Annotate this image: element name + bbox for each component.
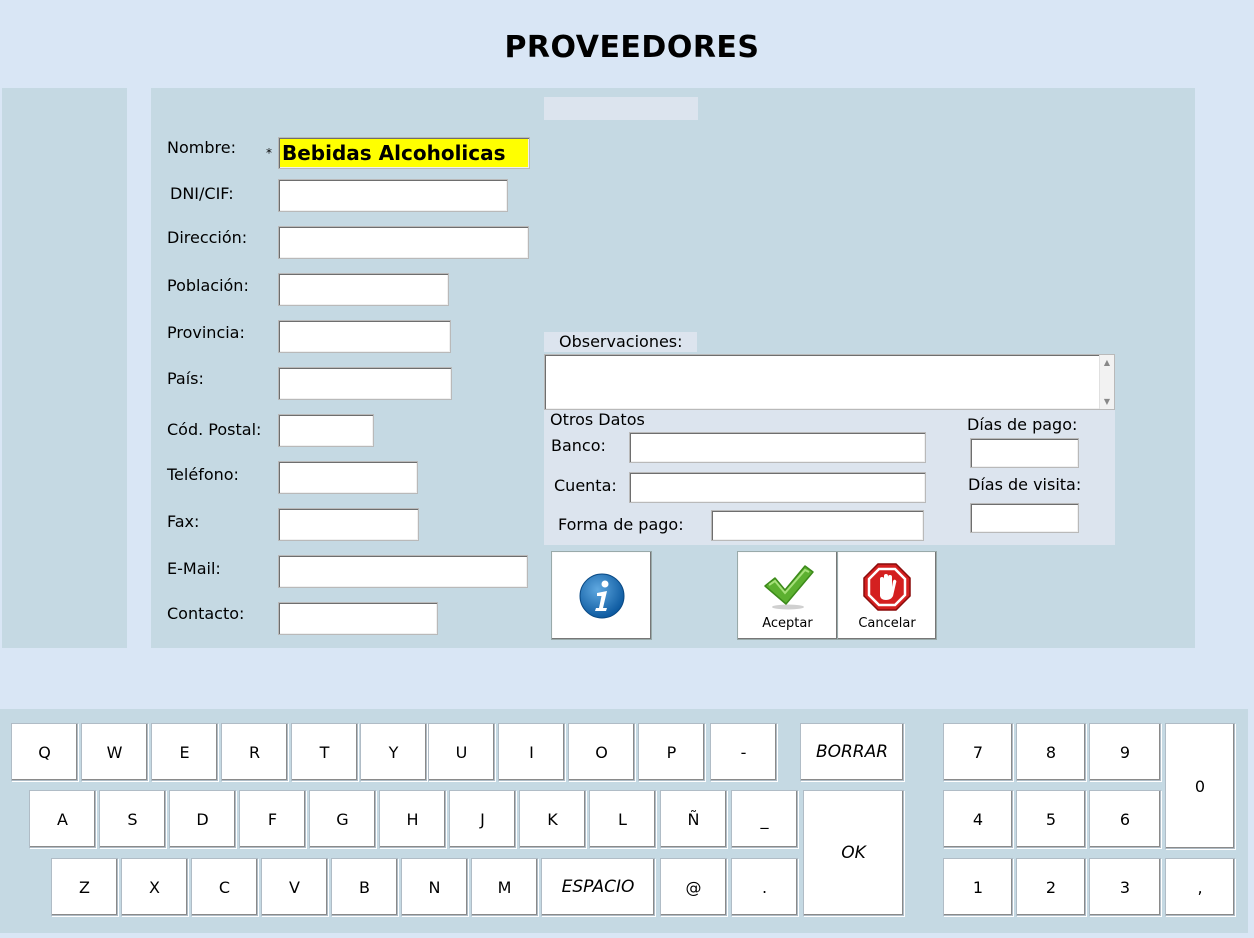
page-title: PROVEEDORES xyxy=(504,30,760,65)
direccion-field[interactable] xyxy=(278,226,529,259)
contacto-label: Contacto: xyxy=(167,604,245,623)
dni-label: DNI/CIF: xyxy=(170,184,234,203)
key-5[interactable]: 5 xyxy=(1016,790,1086,848)
key-hyphen[interactable]: - xyxy=(710,723,777,781)
observaciones-label: Observaciones: xyxy=(544,332,697,352)
cp-label: Cód. Postal: xyxy=(167,420,262,439)
pais-field[interactable] xyxy=(278,367,452,400)
email-field[interactable] xyxy=(278,555,528,588)
nombre-label: Nombre: xyxy=(167,138,236,157)
telefono-field[interactable] xyxy=(278,461,418,494)
key-w[interactable]: W xyxy=(81,723,148,781)
key-d[interactable]: D xyxy=(169,790,236,848)
key-f[interactable]: F xyxy=(239,790,306,848)
key-p[interactable]: P xyxy=(638,723,705,781)
dni-field[interactable] xyxy=(278,179,508,212)
provincia-field[interactable] xyxy=(278,320,451,353)
aceptar-label: Aceptar xyxy=(762,616,813,631)
key-9[interactable]: 9 xyxy=(1089,723,1161,781)
dias-pago-field[interactable] xyxy=(970,438,1079,468)
nombre-field[interactable]: Bebidas Alcoholicas xyxy=(278,137,530,169)
key-i[interactable]: I xyxy=(498,723,565,781)
email-label: E-Mail: xyxy=(167,559,221,578)
banco-field[interactable] xyxy=(629,432,926,463)
key-a[interactable]: A xyxy=(29,790,96,848)
observaciones-textarea[interactable]: ▲ ▼ xyxy=(544,354,1115,410)
key-period[interactable]: . xyxy=(731,858,798,916)
info-icon xyxy=(579,573,624,619)
key-j[interactable]: J xyxy=(449,790,516,848)
key-3[interactable]: 3 xyxy=(1089,858,1161,916)
key-4[interactable]: 4 xyxy=(943,790,1013,848)
key-s[interactable]: S xyxy=(99,790,166,848)
poblacion-field[interactable] xyxy=(278,273,449,306)
key-0[interactable]: 0 xyxy=(1165,723,1235,849)
cuenta-field[interactable] xyxy=(629,472,926,503)
borrar-key[interactable]: BORRAR xyxy=(800,723,904,781)
key-n[interactable]: N xyxy=(401,858,468,916)
fax-label: Fax: xyxy=(167,512,200,531)
key-t[interactable]: T xyxy=(291,723,358,781)
scroll-up-icon[interactable]: ▲ xyxy=(1100,358,1114,367)
key-z[interactable]: Z xyxy=(51,858,118,916)
key-o[interactable]: O xyxy=(568,723,635,781)
direccion-label: Dirección: xyxy=(167,228,248,247)
key-b[interactable]: B xyxy=(331,858,398,916)
key-m[interactable]: M xyxy=(471,858,538,916)
key-1[interactable]: 1 xyxy=(943,858,1013,916)
observaciones-scrollbar[interactable]: ▲ ▼ xyxy=(1099,355,1114,409)
required-mark: * xyxy=(266,146,272,160)
banco-label: Banco: xyxy=(551,436,606,455)
key-k[interactable]: K xyxy=(519,790,586,848)
contacto-field[interactable] xyxy=(278,602,438,635)
aceptar-button[interactable]: Aceptar xyxy=(737,551,838,640)
key-h[interactable]: H xyxy=(379,790,446,848)
otros-datos-title: Otros Datos xyxy=(550,410,645,429)
cancelar-label: Cancelar xyxy=(858,616,916,631)
provincia-label: Provincia: xyxy=(167,323,245,342)
key-enye[interactable]: Ñ xyxy=(660,790,727,848)
key-r[interactable]: R xyxy=(221,723,288,781)
key-q[interactable]: Q xyxy=(11,723,78,781)
key-y[interactable]: Y xyxy=(360,723,427,781)
cancelar-button[interactable]: Cancelar xyxy=(837,551,937,640)
forma-pago-label: Forma de pago: xyxy=(558,515,684,534)
key-g[interactable]: G xyxy=(309,790,376,848)
key-6[interactable]: 6 xyxy=(1089,790,1161,848)
cuenta-label: Cuenta: xyxy=(554,476,617,495)
dias-visita-label: Días de visita: xyxy=(968,475,1082,494)
header-strip xyxy=(544,97,698,120)
poblacion-label: Población: xyxy=(167,276,249,295)
key-comma[interactable]: , xyxy=(1165,858,1235,916)
stop-hand-icon xyxy=(863,563,911,611)
telefono-label: Teléfono: xyxy=(167,465,239,484)
scroll-down-icon[interactable]: ▼ xyxy=(1100,397,1114,406)
pais-label: País: xyxy=(167,369,204,388)
key-7[interactable]: 7 xyxy=(943,723,1013,781)
key-x[interactable]: X xyxy=(121,858,188,916)
key-underscore[interactable]: _ xyxy=(731,790,798,848)
key-v[interactable]: V xyxy=(261,858,328,916)
fax-field[interactable] xyxy=(278,508,419,541)
left-panel xyxy=(2,88,127,648)
ok-key[interactable]: OK xyxy=(803,790,904,916)
checkmark-icon xyxy=(763,565,814,610)
dias-pago-label: Días de pago: xyxy=(967,415,1078,434)
space-key[interactable]: ESPACIO xyxy=(541,858,655,916)
key-l[interactable]: L xyxy=(589,790,656,848)
key-8[interactable]: 8 xyxy=(1016,723,1086,781)
key-u[interactable]: U xyxy=(428,723,495,781)
dias-visita-field[interactable] xyxy=(970,503,1079,533)
cp-field[interactable] xyxy=(278,414,374,447)
key-at[interactable]: @ xyxy=(660,858,727,916)
key-e[interactable]: E xyxy=(151,723,218,781)
forma-pago-field[interactable] xyxy=(711,510,924,541)
key-c[interactable]: C xyxy=(191,858,258,916)
info-button[interactable] xyxy=(551,551,652,640)
key-2[interactable]: 2 xyxy=(1016,858,1086,916)
